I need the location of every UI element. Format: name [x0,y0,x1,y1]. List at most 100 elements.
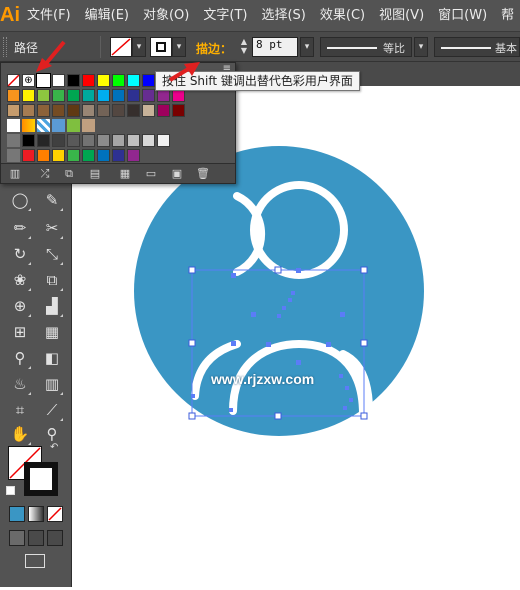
mesh-icon[interactable]: ⊞ [8,320,32,344]
folder-icon[interactable] [7,149,20,162]
menu-help[interactable]: 帮 [494,0,520,32]
color-swatch[interactable] [127,149,140,162]
menu-file[interactable]: 文件(F) [20,0,78,32]
profile-dropdown[interactable]: ▾ [414,37,428,57]
slice-icon[interactable]: ⟋ [40,398,64,422]
fill-color-button[interactable] [110,37,132,57]
none-mode-button[interactable] [47,506,63,522]
scissors-icon[interactable]: ✂ [40,216,64,240]
color-swatch[interactable] [112,134,125,147]
new-color-group-icon[interactable]: ▤ [87,166,103,182]
draw-normal-button[interactable] [9,530,25,546]
scale-icon[interactable]: ⤡ [40,242,64,266]
stroke-swatch[interactable] [24,462,58,496]
column-graph-icon[interactable]: ▥ [40,372,64,396]
stroke-label[interactable]: 描边： [196,40,232,57]
stroke-weight-dropdown[interactable]: ▾ [300,37,314,57]
color-swatch[interactable] [82,104,95,117]
artboard-icon[interactable]: ⌗ [8,398,32,422]
swatch-options-icon[interactable]: ⧉ [61,166,77,182]
swatch-kind-icon[interactable]: ⤮ [37,166,53,182]
menu-object[interactable]: 对象(O) [136,0,196,32]
folder-icon[interactable]: ▭ [143,166,159,182]
color-swatch[interactable] [67,134,80,147]
stroke-dropdown-button[interactable]: ▾ [172,37,186,57]
menu-type[interactable]: 文字(T) [196,0,254,32]
color-swatch[interactable] [67,74,80,87]
color-swatch[interactable] [142,104,155,117]
none-swatch[interactable] [7,74,20,87]
color-swatch[interactable] [52,74,65,87]
color-swatch[interactable] [97,149,110,162]
pencil-icon[interactable]: ✏ [8,216,32,240]
color-swatch[interactable] [7,104,20,117]
color-swatch[interactable] [97,74,110,87]
color-swatch[interactable] [97,134,110,147]
color-swatch[interactable] [142,89,155,102]
brush-icon[interactable]: ✎ [40,188,64,212]
color-swatch[interactable] [157,134,170,147]
color-swatch[interactable] [112,104,125,117]
draw-behind-button[interactable] [28,530,44,546]
menu-select[interactable]: 选择(S) [254,0,312,32]
color-swatch[interactable] [67,104,80,117]
blend-icon[interactable]: ◧ [40,346,64,370]
color-swatch[interactable] [82,74,95,87]
swatch-library-icon[interactable]: ▥ [7,166,23,182]
color-swatch[interactable] [112,74,125,87]
gradient-icon[interactable]: ▦ [40,320,64,344]
color-swatch[interactable] [67,89,80,102]
color-swatch[interactable] [37,104,50,117]
color-swatch[interactable] [157,104,170,117]
menu-edit[interactable]: 编辑(E) [78,0,136,32]
menu-effect[interactable]: 效果(C) [313,0,372,32]
stroke-color-button[interactable] [150,37,172,57]
color-swatch[interactable] [112,149,125,162]
color-swatch[interactable] [142,74,155,87]
color-swatch[interactable] [97,104,110,117]
color-swatch[interactable] [7,89,20,102]
color-swatch[interactable] [172,104,185,117]
swatch-options-icon[interactable]: ▦ [117,166,133,182]
shape-builder-icon[interactable]: ⊕ [8,294,32,318]
white-swatch[interactable] [36,73,51,88]
pattern-swatch[interactable] [82,119,95,132]
color-swatch[interactable] [22,149,35,162]
color-swatch[interactable] [97,89,110,102]
color-swatch[interactable] [127,134,140,147]
graph-icon[interactable]: ▟ [40,294,64,318]
variable-width-profile[interactable]: 等比 [320,37,412,57]
color-swatch[interactable] [82,89,95,102]
pattern-swatch[interactable] [52,119,65,132]
stroke-weight-input[interactable]: 8 pt [252,37,298,57]
color-swatch[interactable] [37,134,50,147]
swap-fill-stroke-icon[interactable]: ↶ [50,442,58,453]
folder-icon[interactable] [7,134,20,147]
color-swatch[interactable] [52,104,65,117]
color-swatch[interactable] [37,89,50,102]
color-swatch[interactable] [22,89,35,102]
color-swatch[interactable] [67,149,80,162]
color-swatch[interactable] [52,89,65,102]
trash-icon[interactable]: 🗑 [195,166,211,182]
eyedropper-icon[interactable]: ⚲ [8,346,32,370]
default-fill-stroke-icon[interactable] [6,486,15,495]
gradient-swatch[interactable] [22,119,35,132]
warp-icon[interactable]: ❀ [8,268,32,292]
gradient-mode-button[interactable] [28,506,44,522]
color-swatch[interactable] [22,134,35,147]
panel-grip[interactable] [3,37,7,57]
color-swatch[interactable] [52,149,65,162]
color-swatch[interactable] [82,149,95,162]
gradient-swatch[interactable] [7,119,20,132]
free-transform-icon[interactable]: ⧉ [40,268,64,292]
brush-definition[interactable]: 基本 [434,37,520,57]
pattern-swatch[interactable] [67,119,80,132]
color-swatch[interactable] [52,134,65,147]
color-swatch[interactable] [127,89,140,102]
color-mode-button[interactable] [9,506,25,522]
rotate-icon[interactable]: ↻ [8,242,32,266]
color-swatch[interactable] [112,89,125,102]
new-swatch-icon[interactable]: ▣ [169,166,185,182]
menu-window[interactable]: 窗口(W) [431,0,494,32]
